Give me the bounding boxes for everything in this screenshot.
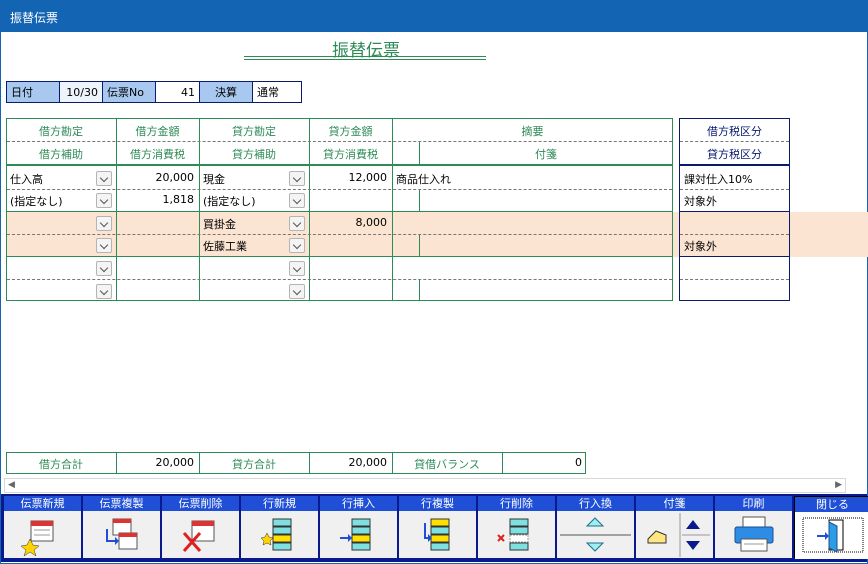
delete-row-icon <box>497 518 529 551</box>
close-button[interactable]: 閉じる <box>794 496 868 559</box>
row2-credit-sub[interactable]: 佐藤工業 <box>203 238 247 254</box>
row1-credit-amount[interactable]: 12,000 <box>313 171 388 184</box>
close-door-icon <box>802 517 864 553</box>
new-row-button[interactable]: 行新規 <box>241 496 318 558</box>
row1-credit-account[interactable]: 現金 <box>203 171 225 187</box>
swap-rows-button[interactable]: 行入換 <box>557 496 634 558</box>
row2-credit-account-dropdown[interactable] <box>289 216 305 231</box>
row1-memo[interactable]: 商品仕入れ <box>396 171 451 187</box>
settle-label: 決算 <box>199 81 253 103</box>
row1-debit-sub-dropdown[interactable] <box>96 193 112 208</box>
new-slip-icon <box>20 520 54 557</box>
row1-credit-account-dropdown[interactable] <box>289 171 305 186</box>
balance-label: 貸借バランス <box>414 458 480 471</box>
delete-slip-icon <box>182 520 215 552</box>
new-row-icon <box>260 518 292 551</box>
credit-total-value: 20,000 <box>348 456 388 469</box>
delete-row-button[interactable]: 行削除 <box>478 496 555 558</box>
row1-credit-sub[interactable]: (指定なし) <box>203 193 256 209</box>
copy-slip-icon <box>106 518 138 550</box>
sticky-tag-icon <box>647 513 710 557</box>
row2-debit-sub-dropdown[interactable] <box>96 238 112 253</box>
row2-credit-tax-class[interactable]: 対象外 <box>684 238 717 254</box>
copy-slip-button[interactable]: 伝票複製 <box>83 496 160 558</box>
horizontal-scrollbar[interactable]: ◀ ▶ <box>4 478 846 493</box>
new-slip-button[interactable]: 伝票新規 <box>4 496 81 558</box>
row1-debit-tax-class[interactable]: 課対仕入10% <box>684 171 752 187</box>
debit-total-label: 借方合計 <box>39 458 83 471</box>
toolbar: 伝票新規 伝票複製 伝票削除 行新規 行挿入 行複製 行削除 行入換 付箋 印刷… <box>1 494 868 562</box>
settle-field[interactable]: 通常 <box>252 81 302 103</box>
credit-total-label: 貸方合計 <box>232 458 276 471</box>
scroll-left-icon[interactable]: ◀ <box>8 480 15 490</box>
col-debit-account: 借方勘定 <box>39 125 83 138</box>
col-credit-sub: 貸方補助 <box>232 148 276 161</box>
print-icon <box>734 516 774 552</box>
copy-row-icon <box>424 518 450 551</box>
date-field[interactable]: 10/30 <box>59 81 103 103</box>
row1-debit-account[interactable]: 仕入高 <box>10 171 43 187</box>
col-debit-tax-class: 借方税区分 <box>707 125 762 138</box>
window-title: 振替伝票 <box>10 11 59 25</box>
col-debit-amount: 借方金額 <box>135 125 180 138</box>
delete-slip-button[interactable]: 伝票削除 <box>162 496 239 558</box>
swap-rows-icon <box>560 517 631 552</box>
row1-credit-sub-dropdown[interactable] <box>289 193 305 208</box>
row3-credit-sub-dropdown[interactable] <box>289 284 305 299</box>
row2-credit-amount[interactable]: 8,000 <box>313 216 388 229</box>
page-title: 振替伝票 <box>332 41 400 61</box>
slip-no-field[interactable]: 41 <box>155 81 200 103</box>
col-debit-sub: 借方補助 <box>39 148 83 161</box>
row2-credit-account[interactable]: 買掛金 <box>203 216 236 232</box>
col-debit-tax: 借方消費税 <box>130 148 185 161</box>
insert-row-button[interactable]: 行挿入 <box>320 496 397 558</box>
row1-debit-amount[interactable]: 20,000 <box>120 171 195 184</box>
balance-value: 0 <box>575 456 582 469</box>
scroll-right-icon[interactable]: ▶ <box>835 480 842 490</box>
row3-debit-sub-dropdown[interactable] <box>96 284 112 299</box>
print-button[interactable]: 印刷 <box>715 496 792 558</box>
col-tag: 付箋 <box>535 148 557 161</box>
debit-total-value: 20,000 <box>155 456 195 469</box>
col-credit-account: 貸方勘定 <box>232 125 276 138</box>
row1-credit-tax-class[interactable]: 対象外 <box>684 193 717 209</box>
col-credit-amount: 貸方金額 <box>328 125 373 138</box>
window-titlebar: 振替伝票 <box>0 0 868 32</box>
col-credit-tax: 貸方消費税 <box>323 148 378 161</box>
date-label: 日付 <box>6 81 60 103</box>
row2-credit-sub-dropdown[interactable] <box>289 238 305 253</box>
row2-debit-account-dropdown[interactable] <box>96 216 112 231</box>
col-memo: 摘要 <box>521 125 544 138</box>
row3-debit-account-dropdown[interactable] <box>96 261 112 276</box>
title-underline <box>244 59 486 60</box>
row3-credit-account-dropdown[interactable] <box>289 261 305 276</box>
col-credit-tax-class: 貸方税区分 <box>707 148 762 161</box>
copy-row-button[interactable]: 行複製 <box>399 496 476 558</box>
row1-debit-tax[interactable]: 1,818 <box>120 193 195 206</box>
row1-debit-account-dropdown[interactable] <box>96 171 112 186</box>
row1-debit-sub[interactable]: (指定なし) <box>10 193 63 209</box>
slip-no-label: 伝票No <box>102 81 156 103</box>
title-underline <box>244 56 486 57</box>
insert-row-icon <box>340 518 371 551</box>
sticky-tag-button[interactable]: 付箋 <box>636 496 713 558</box>
